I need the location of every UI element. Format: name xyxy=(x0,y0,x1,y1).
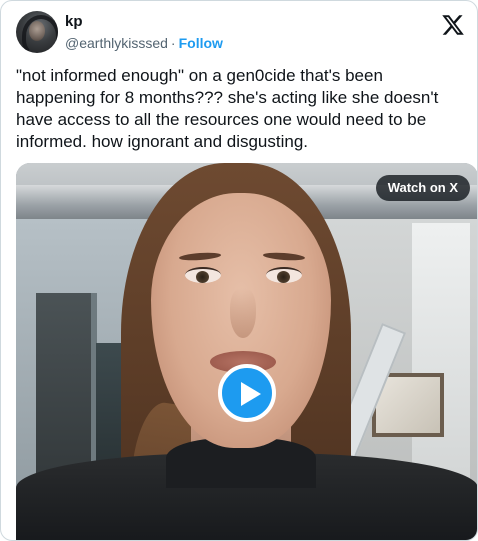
author-handle[interactable]: @earthlykisssed xyxy=(65,35,168,51)
video-person-right-iris xyxy=(277,271,290,283)
watch-on-x-button[interactable]: Watch on X xyxy=(375,175,470,201)
x-logo-icon[interactable] xyxy=(441,13,465,37)
avatar-face xyxy=(29,21,45,41)
video-person-right-eye xyxy=(266,267,302,283)
play-button[interactable] xyxy=(218,364,276,422)
tweet-header: kp @earthlykisssed · Follow xyxy=(16,11,465,55)
author-display-name[interactable]: kp xyxy=(65,13,83,30)
video-person-left-iris xyxy=(196,271,209,283)
video-person-nose xyxy=(230,288,256,338)
tweet-card[interactable]: kp @earthlykisssed · Follow "not informed … xyxy=(0,0,478,541)
play-icon xyxy=(241,382,261,406)
follow-button[interactable]: Follow xyxy=(179,35,223,51)
tweet-text: "not informed enough" on a gen0cide that… xyxy=(16,66,439,151)
avatar[interactable] xyxy=(16,11,58,53)
separator-dot: · xyxy=(170,35,176,51)
author-handle-row: @earthlykisssed · Follow xyxy=(65,35,223,51)
video-person-left-eye xyxy=(185,267,221,283)
video-player[interactable]: Watch on X xyxy=(16,163,477,540)
